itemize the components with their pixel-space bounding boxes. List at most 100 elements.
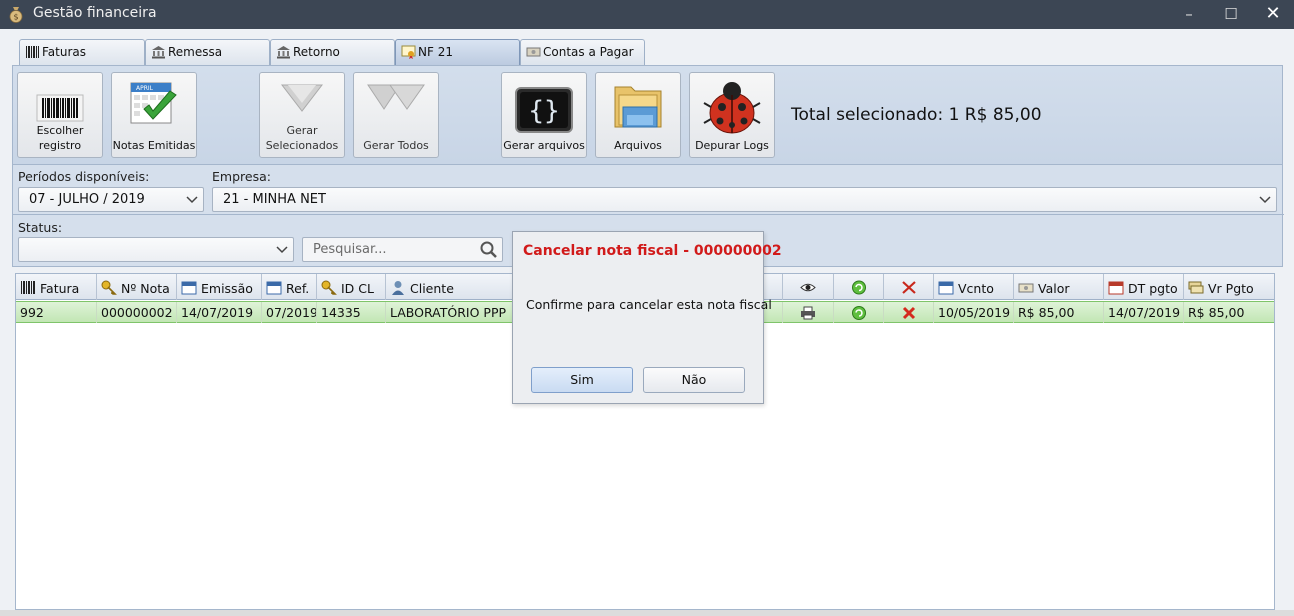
column-fatura[interactable]: Fatura <box>16 274 97 300</box>
column-visualizar[interactable] <box>783 274 834 300</box>
money-icon <box>526 47 541 57</box>
column-id-cl[interactable]: ID CL <box>317 274 386 300</box>
calendar-icon <box>1108 281 1124 295</box>
status-strip <box>0 610 1294 616</box>
cell-vr-pgto: R$ 85,00 <box>1188 305 1245 320</box>
refresh-icon <box>851 280 866 295</box>
chevron-down-icon <box>276 246 288 254</box>
column-valor[interactable]: Valor <box>1014 274 1104 300</box>
folders-icon <box>614 86 662 128</box>
tab-label: Faturas <box>42 45 87 59</box>
cell-emissao: 14/07/2019 <box>177 302 262 323</box>
cell-nota: 000000002 <box>97 302 177 323</box>
nao-button[interactable]: Não <box>643 367 745 393</box>
search-input[interactable]: Pesquisar... <box>302 237 503 262</box>
window-title: Gestão financeira <box>33 5 157 21</box>
search-placeholder: Pesquisar... <box>313 242 387 257</box>
depurar-logs-button[interactable]: Depurar Logs <box>689 72 775 158</box>
calendar-icon <box>181 281 197 295</box>
calendar-check-icon: APRIL <box>130 82 177 124</box>
key-icon <box>321 280 337 295</box>
tab-label: NF 21 <box>418 45 453 59</box>
column-dt-pgto[interactable]: DT pgto <box>1104 274 1184 300</box>
notas-emitidas-button[interactable]: APRIL Notas Emitidas <box>111 72 197 158</box>
svg-text:$: $ <box>13 13 18 22</box>
gerar-selecionados-button[interactable]: Gerar Selecionados <box>259 72 345 158</box>
calendar-icon <box>266 281 282 295</box>
gerar-todos-button[interactable]: Gerar Todos <box>353 72 439 158</box>
sim-button[interactable]: Sim <box>531 367 633 393</box>
tab-label: Retorno <box>293 45 340 59</box>
title-bar: $ Gestão financeira – ☐ ✕ <box>0 0 1294 29</box>
tab-label: Contas a Pagar <box>543 45 634 59</box>
ladybug-icon <box>703 82 761 134</box>
empresa-label: Empresa: <box>212 169 271 184</box>
tab-faturas[interactable]: Faturas <box>19 39 145 65</box>
money-icon <box>1018 283 1034 293</box>
tab-bar: Faturas Remessa Retorno NF 21 Contas a P… <box>0 29 1294 65</box>
tab-remessa[interactable]: Remessa <box>145 39 270 65</box>
braces-terminal-icon: {} <box>515 87 573 133</box>
cell-ref: 07/2019 <box>262 302 317 323</box>
bank-icon <box>277 46 290 59</box>
total-selecionado-label: Total selecionado: 1 R$ 85,00 <box>791 105 1042 125</box>
cell-dt-pgto: 14/07/2019 <box>1104 302 1184 323</box>
periodo-value: 07 - JULHO / 2019 <box>29 192 145 207</box>
column-cancelar[interactable] <box>884 274 934 300</box>
column-emissao[interactable]: Emissão <box>177 274 262 300</box>
button-label: Depurar Logs <box>695 139 769 152</box>
barcode-icon <box>26 46 39 58</box>
periodo-select[interactable]: 07 - JULHO / 2019 <box>18 187 204 212</box>
cell-vcnto: 10/05/2019 <box>934 302 1014 323</box>
dialog-message: Confirme para cancelar esta nota fiscal <box>526 297 772 312</box>
search-icon[interactable] <box>479 240 499 260</box>
dialog-title: Cancelar nota fiscal - 000000002 <box>523 243 782 259</box>
cell-print <box>783 302 834 323</box>
cancelar-nota-dialog: Cancelar nota fiscal - 000000002 Confirm… <box>512 231 782 404</box>
cell-fatura: 992 <box>16 302 97 323</box>
refresh-icon[interactable] <box>851 305 867 321</box>
down-arrow-icon <box>280 84 324 112</box>
gerar-arquivos-button[interactable]: {} Gerar arquivos <box>501 72 587 158</box>
status-label: Status: <box>18 220 63 235</box>
bank-icon <box>152 46 165 59</box>
column-vr-pgto[interactable]: Vr Pgto <box>1184 274 1274 300</box>
column-atualizar[interactable] <box>834 274 884 300</box>
cell-valor: R$ 85,00 <box>1014 302 1104 323</box>
printer-icon[interactable] <box>800 305 816 321</box>
minimize-button[interactable]: – <box>1168 0 1210 29</box>
user-icon <box>392 281 404 295</box>
cell-refresh <box>834 302 884 323</box>
chevron-down-icon <box>186 196 198 204</box>
eye-icon <box>800 283 816 292</box>
button-label: Gerar arquivos <box>503 139 585 152</box>
tab-nf-21[interactable]: NF 21 <box>395 39 520 65</box>
button-label: Notas Emitidas <box>112 139 196 152</box>
money-stack-icon <box>1188 281 1204 294</box>
money-bag-icon: $ <box>9 7 23 23</box>
arquivos-button[interactable]: Arquivos <box>595 72 681 158</box>
tab-contas-a-pagar[interactable]: Contas a Pagar <box>520 39 645 65</box>
button-label: Escolher registro <box>36 124 84 152</box>
column-numero-nota[interactable]: Nº Nota <box>97 274 177 300</box>
calendar-icon <box>938 281 954 295</box>
column-ref[interactable]: Ref. <box>262 274 317 300</box>
button-label: Gerar Selecionados <box>265 124 339 152</box>
certificate-icon <box>401 45 416 59</box>
cancel-icon[interactable] <box>901 305 917 321</box>
svg-text:APRIL: APRIL <box>136 85 154 92</box>
button-label: Gerar Todos <box>363 139 429 152</box>
chevron-down-icon <box>1259 196 1271 204</box>
close-button[interactable]: ✕ <box>1252 0 1294 29</box>
column-vcnto[interactable]: Vcnto <box>934 274 1014 300</box>
status-select[interactable] <box>18 237 294 262</box>
cell-cancel <box>884 302 934 323</box>
escolher-registro-button[interactable]: Escolher registro <box>17 72 103 158</box>
empresa-select[interactable]: 21 - MINHA NET <box>212 187 1277 212</box>
tab-retorno[interactable]: Retorno <box>270 39 395 65</box>
cell-id-cl: 14335 <box>317 302 386 323</box>
svg-text:{}: {} <box>528 96 559 126</box>
key-icon <box>101 280 117 295</box>
maximize-button[interactable]: ☐ <box>1210 0 1252 29</box>
empresa-value: 21 - MINHA NET <box>223 192 326 207</box>
